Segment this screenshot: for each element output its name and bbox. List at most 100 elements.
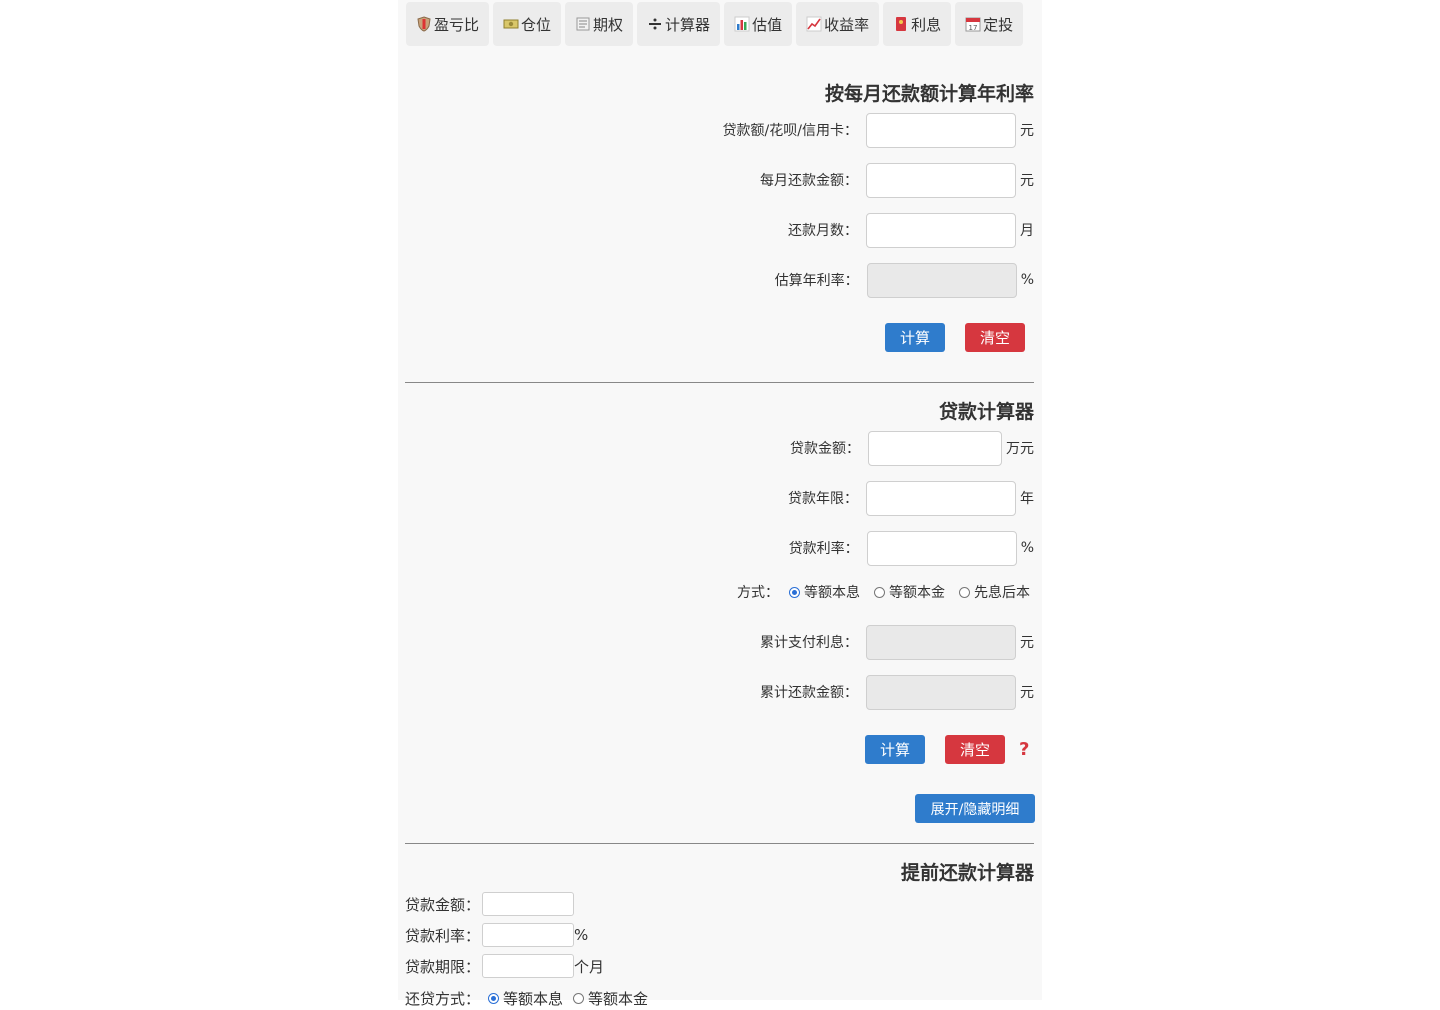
tab-valuation[interactable]: 估值 bbox=[724, 2, 793, 46]
radio-unchecked-icon bbox=[874, 586, 885, 598]
shield-icon bbox=[416, 16, 432, 32]
prepay-amount-label: 贷款金额： bbox=[405, 895, 481, 914]
loan-amount-input[interactable] bbox=[866, 112, 1016, 148]
prepay-amount-row: 贷款金额： bbox=[405, 892, 575, 916]
prepay-rate-unit: % bbox=[574, 926, 589, 944]
loan-years-label: 贷款年限： bbox=[788, 491, 858, 507]
prepay-term-unit: 个月 bbox=[574, 957, 605, 976]
prepay-rate-input[interactable] bbox=[482, 923, 575, 947]
tab-profit-loss-ratio[interactable]: 盈亏比 bbox=[406, 2, 490, 46]
loan-rate-label: 贷款利率： bbox=[788, 541, 859, 557]
repayment-method-row: 方式： 等额本息 等额本金 先息后本 bbox=[398, 580, 1034, 604]
method-option-label: 等额本息 bbox=[804, 585, 860, 601]
tab-calculator[interactable]: 计算器 bbox=[637, 2, 721, 46]
red-envelope-icon bbox=[893, 16, 909, 32]
annual-rate-label: 估算年利率： bbox=[774, 273, 859, 289]
tab-label: 期权 bbox=[593, 15, 624, 34]
rate-calc-title: 按每月还款额计算年利率 bbox=[824, 83, 1034, 105]
loan-clear-button[interactable]: 清空 bbox=[945, 735, 1005, 764]
loan-years-input[interactable] bbox=[866, 480, 1016, 516]
tab-label: 计算器 bbox=[665, 15, 711, 34]
bar-chart-icon bbox=[734, 16, 750, 32]
monthly-payment-unit: 元 bbox=[1020, 173, 1034, 189]
loan-rate-input[interactable] bbox=[866, 530, 1017, 566]
prepay-amount-input[interactable] bbox=[482, 892, 575, 916]
loan-amount-label-2: 贷款金额： bbox=[790, 441, 860, 457]
tab-position[interactable]: 仓位 bbox=[493, 2, 562, 46]
rate-calc-button[interactable]: 计算 bbox=[885, 323, 945, 352]
annual-rate-row: 估算年利率： % bbox=[398, 262, 1034, 298]
radio-checked-icon bbox=[488, 992, 500, 1004]
rate-clear-button[interactable]: 清空 bbox=[965, 323, 1025, 352]
monthly-payment-row: 每月还款金额： 元 bbox=[398, 162, 1034, 198]
monthly-payment-input[interactable] bbox=[866, 162, 1016, 198]
loan-years-unit: 年 bbox=[1020, 491, 1034, 507]
prepay-term-row: 贷款期限： 个月 bbox=[405, 954, 604, 978]
method-label: 方式： bbox=[737, 585, 779, 601]
loan-amount-row: 贷款额/花呗/信用卡： 元 bbox=[398, 112, 1034, 148]
prepay-method-equal-installment[interactable]: 等额本息 bbox=[488, 988, 563, 1009]
tab-label: 定投 bbox=[983, 15, 1014, 34]
loan-calc-button[interactable]: 计算 bbox=[865, 735, 925, 764]
months-unit: 月 bbox=[1020, 223, 1034, 239]
method-option-label: 先息后本 bbox=[974, 585, 1030, 601]
loan-amount-unit: 元 bbox=[1020, 123, 1034, 139]
months-input[interactable] bbox=[866, 212, 1016, 248]
total-interest-label: 累计支付利息： bbox=[760, 635, 858, 651]
prepay-term-input[interactable] bbox=[482, 954, 575, 978]
total-interest-output bbox=[866, 624, 1016, 660]
tool-tabs: 盈亏比 仓位 期权 计算器 估值 收益率 利息 17 定投 bbox=[406, 2, 1024, 46]
prepay-method-option-label: 等额本金 bbox=[588, 989, 649, 1008]
divider bbox=[405, 843, 1034, 844]
prepay-calc-title: 提前还款计算器 bbox=[900, 862, 1034, 884]
tab-fixed-investment[interactable]: 17 定投 bbox=[955, 2, 1024, 46]
method-option-interest-first[interactable]: 先息后本 bbox=[959, 582, 1030, 602]
help-icon[interactable]: ? bbox=[1019, 739, 1029, 760]
annual-rate-output bbox=[866, 262, 1017, 298]
total-repayment-unit: 元 bbox=[1020, 685, 1034, 701]
tab-interest[interactable]: 利息 bbox=[883, 2, 952, 46]
loan-amount-unit-2: 万元 bbox=[1006, 441, 1034, 457]
money-icon bbox=[503, 16, 519, 32]
loan-calc-title: 贷款计算器 bbox=[938, 401, 1034, 423]
prepay-term-label: 贷款期限： bbox=[405, 957, 481, 976]
tab-label: 利息 bbox=[911, 15, 942, 34]
radio-unchecked-icon bbox=[573, 992, 585, 1004]
prepay-method-equal-principal[interactable]: 等额本金 bbox=[573, 988, 648, 1009]
tab-label: 收益率 bbox=[824, 15, 870, 34]
loan-amount-label: 贷款额/花呗/信用卡： bbox=[722, 123, 858, 139]
calculator-page: 盈亏比 仓位 期权 计算器 估值 收益率 利息 17 定投 按每月还款额计算年利… bbox=[398, 0, 1042, 1008]
loan-amount-input-2[interactable] bbox=[868, 430, 1002, 466]
loan-amount-row-2: 贷款金额： 万元 bbox=[398, 430, 1034, 466]
loan-years-row: 贷款年限： 年 bbox=[398, 480, 1034, 516]
prepay-rate-row: 贷款利率： % bbox=[405, 923, 588, 947]
total-repayment-label: 累计还款金额： bbox=[760, 685, 858, 701]
loan-rate-unit: % bbox=[1020, 540, 1034, 556]
tab-label: 仓位 bbox=[521, 15, 552, 34]
trend-chart-icon bbox=[806, 16, 822, 32]
divide-icon bbox=[647, 16, 663, 32]
months-row: 还款月数： 月 bbox=[398, 212, 1034, 248]
method-option-equal-installment[interactable]: 等额本息 bbox=[789, 582, 860, 602]
loan-rate-row: 贷款利率： % bbox=[398, 530, 1034, 566]
prepay-method-option-label: 等额本息 bbox=[503, 989, 564, 1008]
prepay-method-row: 还贷方式： 等额本息 等额本金 bbox=[405, 986, 648, 1010]
tab-return-rate[interactable]: 收益率 bbox=[796, 2, 880, 46]
calendar-icon: 17 bbox=[965, 16, 981, 32]
total-interest-unit: 元 bbox=[1020, 635, 1034, 651]
toggle-details-button[interactable]: 展开/隐藏明细 bbox=[915, 794, 1035, 823]
radio-checked-icon bbox=[789, 586, 800, 598]
total-repayment-output bbox=[866, 674, 1016, 710]
prepay-rate-label: 贷款利率： bbox=[405, 926, 481, 945]
radio-unchecked-icon bbox=[959, 586, 970, 598]
tab-label: 估值 bbox=[752, 15, 783, 34]
annual-rate-unit: % bbox=[1020, 272, 1034, 288]
method-option-equal-principal[interactable]: 等额本金 bbox=[874, 582, 945, 602]
divider bbox=[405, 382, 1034, 383]
tab-options[interactable]: 期权 bbox=[565, 2, 634, 46]
total-interest-row: 累计支付利息： 元 bbox=[398, 624, 1034, 660]
prepay-method-label: 还贷方式： bbox=[405, 989, 481, 1008]
monthly-payment-label: 每月还款金额： bbox=[760, 173, 858, 189]
svg-text:17: 17 bbox=[969, 24, 978, 32]
newspaper-icon bbox=[575, 16, 591, 32]
